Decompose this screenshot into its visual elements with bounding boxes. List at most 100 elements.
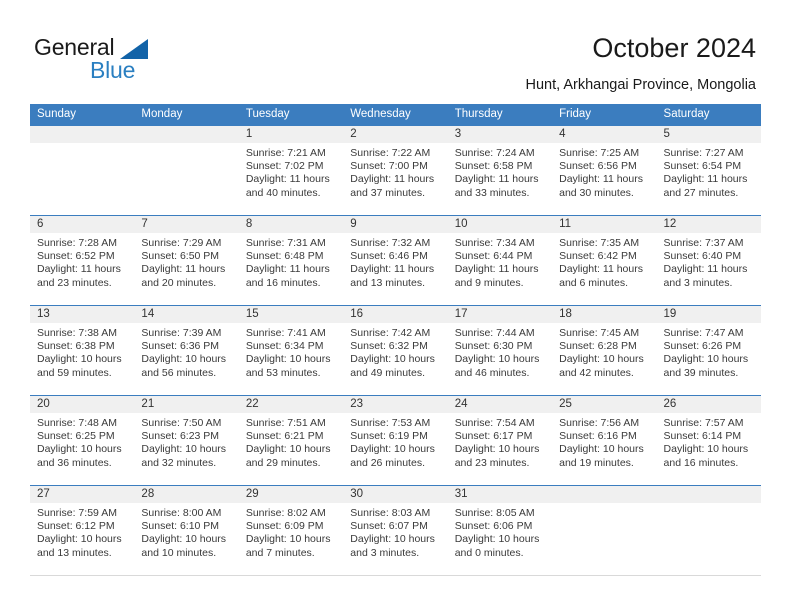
sunset-text: Sunset: 6:12 PM bbox=[37, 520, 115, 533]
calendar-day-cell[interactable]: 6 Sunrise: 7:28 AM Sunset: 6:52 PM Daylight… bbox=[30, 216, 135, 305]
day-details: Sunrise: 8:00 AM Sunset: 6:10 PM Daylight:… bbox=[134, 503, 238, 560]
calendar-day-cell[interactable]: 29 Sunrise: 8:02 AM Sunset: 6:09 PM Dayligh… bbox=[238, 486, 344, 575]
daylight-text: Daylight: 10 hours and 19 minutes. bbox=[559, 443, 644, 469]
daylight-text: Daylight: 10 hours and 59 minutes. bbox=[37, 353, 122, 379]
calendar-day-cell[interactable]: 5 Sunrise: 7:27 AM Sunset: 6:54 PM Daylight… bbox=[656, 126, 761, 215]
sunrise-text: Sunrise: 7:37 AM bbox=[663, 237, 744, 249]
day-number: 14 bbox=[134, 306, 239, 323]
calendar-day-cell[interactable]: 20 Sunrise: 7:48 AM Sunset: 6:25 PM Dayligh… bbox=[30, 396, 135, 485]
day-number: 8 bbox=[238, 216, 344, 233]
sunset-text: Sunset: 6:14 PM bbox=[663, 430, 742, 443]
day-number: 30 bbox=[343, 486, 448, 503]
day-number bbox=[134, 126, 239, 143]
day-details: Sunrise: 7:48 AM Sunset: 6:25 PM Daylight:… bbox=[30, 413, 134, 470]
sunset-text: Sunset: 6:46 PM bbox=[350, 250, 428, 263]
sunset-text: Sunset: 6:25 PM bbox=[37, 430, 115, 443]
calendar-day-cell[interactable]: 24 Sunrise: 7:54 AM Sunset: 6:17 PM Dayligh… bbox=[447, 396, 553, 485]
day-number: 17 bbox=[447, 306, 553, 323]
weekday-header-tuesday: Tuesday bbox=[245, 108, 290, 120]
sunset-text: Sunset: 6:42 PM bbox=[559, 250, 637, 263]
calendar-day-cell[interactable]: 13 Sunrise: 7:38 AM Sunset: 6:38 PM Dayligh… bbox=[30, 306, 135, 395]
daylight-text: Daylight: 11 hours and 40 minutes. bbox=[245, 173, 330, 199]
day-details: Sunrise: 8:02 AM Sunset: 6:09 PM Daylight:… bbox=[239, 503, 343, 560]
daylight-text: Daylight: 11 hours and 13 minutes. bbox=[350, 263, 435, 289]
daylight-text: Daylight: 11 hours and 27 minutes. bbox=[663, 173, 748, 199]
day-number: 26 bbox=[656, 396, 761, 413]
calendar-day-cell[interactable]: 25 Sunrise: 7:56 AM Sunset: 6:16 PM Dayligh… bbox=[552, 396, 657, 485]
calendar-day-cell[interactable]: 14 Sunrise: 7:39 AM Sunset: 6:36 PM Dayligh… bbox=[134, 306, 239, 395]
weekday-header-saturday: Saturday bbox=[663, 108, 710, 120]
calendar-day-cell[interactable]: 15 Sunrise: 7:41 AM Sunset: 6:34 PM Dayligh… bbox=[238, 306, 344, 395]
calendar-day-cell[interactable]: 17 Sunrise: 7:44 AM Sunset: 6:30 PM Dayligh… bbox=[447, 306, 553, 395]
daylight-text: Daylight: 10 hours and 53 minutes. bbox=[245, 353, 331, 379]
sunset-text: Sunset: 6:50 PM bbox=[141, 250, 220, 263]
calendar-week-row: 6 Sunrise: 7:28 AM Sunset: 6:52 PM Daylight… bbox=[30, 215, 761, 305]
calendar-day-cell[interactable]: 2 Sunrise: 7:22 AM Sunset: 7:00 PM Daylight… bbox=[343, 126, 448, 215]
calendar-day-cell[interactable]: 19 Sunrise: 7:47 AM Sunset: 6:26 PM Dayligh… bbox=[656, 306, 761, 395]
sunset-text: Sunset: 6:34 PM bbox=[245, 340, 324, 353]
calendar-day-cell[interactable]: 8 Sunrise: 7:31 AM Sunset: 6:48 PM Daylight… bbox=[238, 216, 344, 305]
calendar-day-cell[interactable]: 11 Sunrise: 7:35 AM Sunset: 6:42 PM Dayligh… bbox=[552, 216, 657, 305]
sunrise-text: Sunrise: 7:39 AM bbox=[141, 327, 222, 339]
brand-logo[interactable]: General Blue bbox=[34, 34, 204, 84]
daylight-text: Daylight: 10 hours and 56 minutes. bbox=[141, 353, 227, 379]
day-details: Sunrise: 7:53 AM Sunset: 6:19 PM Daylight:… bbox=[343, 413, 447, 470]
daylight-text: Daylight: 10 hours and 7 minutes. bbox=[245, 533, 331, 559]
day-number: 23 bbox=[343, 396, 448, 413]
calendar-day-cell[interactable]: 26 Sunrise: 7:57 AM Sunset: 6:14 PM Dayligh… bbox=[656, 396, 761, 485]
calendar-day-cell[interactable]: 7 Sunrise: 7:29 AM Sunset: 6:50 PM Daylight… bbox=[134, 216, 239, 305]
day-number: 18 bbox=[552, 306, 657, 323]
sunset-text: Sunset: 6:16 PM bbox=[559, 430, 637, 443]
calendar-day-cell[interactable]: 10 Sunrise: 7:34 AM Sunset: 6:44 PM Dayligh… bbox=[447, 216, 553, 305]
day-number: 13 bbox=[30, 306, 135, 323]
calendar-day-cell[interactable]: 3 Sunrise: 7:24 AM Sunset: 6:58 PM Daylight… bbox=[447, 126, 553, 215]
weekday-header-wednesday: Wednesday bbox=[350, 108, 411, 120]
sunrise-text: Sunrise: 8:05 AM bbox=[454, 507, 535, 519]
sunset-text: Sunset: 7:02 PM bbox=[245, 160, 324, 173]
calendar-day-cell[interactable]: 21 Sunrise: 7:50 AM Sunset: 6:23 PM Dayligh… bbox=[134, 396, 239, 485]
calendar-week-row: 13 Sunrise: 7:38 AM Sunset: 6:38 PM Dayligh… bbox=[30, 305, 761, 395]
day-details: Sunrise: 7:21 AM Sunset: 7:02 PM Daylight:… bbox=[239, 143, 343, 200]
daylight-text: Daylight: 10 hours and 23 minutes. bbox=[454, 443, 540, 469]
sunrise-text: Sunrise: 7:54 AM bbox=[454, 417, 535, 429]
triangle-icon bbox=[120, 39, 148, 59]
day-number: 7 bbox=[134, 216, 239, 233]
calendar-day-cell[interactable]: 22 Sunrise: 7:51 AM Sunset: 6:21 PM Dayligh… bbox=[238, 396, 344, 485]
day-number bbox=[30, 126, 135, 143]
sunrise-text: Sunrise: 7:42 AM bbox=[350, 327, 431, 339]
day-details: Sunrise: 7:44 AM Sunset: 6:30 PM Daylight:… bbox=[448, 323, 552, 380]
sunrise-text: Sunrise: 7:25 AM bbox=[559, 147, 640, 159]
calendar-day-cell[interactable]: 28 Sunrise: 8:00 AM Sunset: 6:10 PM Dayligh… bbox=[134, 486, 239, 575]
sunrise-text: Sunrise: 7:45 AM bbox=[559, 327, 640, 339]
day-details: Sunrise: 7:24 AM Sunset: 6:58 PM Daylight:… bbox=[448, 143, 552, 200]
sunrise-text: Sunrise: 7:51 AM bbox=[245, 417, 326, 429]
sunset-text: Sunset: 6:06 PM bbox=[454, 520, 533, 533]
day-number: 27 bbox=[30, 486, 135, 503]
calendar-week-row: 27 Sunrise: 7:59 AM Sunset: 6:12 PM Dayligh… bbox=[30, 485, 761, 576]
calendar-day-cell[interactable]: 31 Sunrise: 8:05 AM Sunset: 6:06 PM Dayligh… bbox=[447, 486, 553, 575]
calendar-day-cell[interactable]: 30 Sunrise: 8:03 AM Sunset: 6:07 PM Dayligh… bbox=[343, 486, 448, 575]
calendar-day-cell[interactable]: 9 Sunrise: 7:32 AM Sunset: 6:46 PM Daylight… bbox=[343, 216, 448, 305]
calendar-day-cell[interactable]: 16 Sunrise: 7:42 AM Sunset: 6:32 PM Dayligh… bbox=[343, 306, 448, 395]
calendar-day-cell[interactable]: 1 Sunrise: 7:21 AM Sunset: 7:02 PM Daylight… bbox=[238, 126, 344, 215]
sunrise-text: Sunrise: 7:35 AM bbox=[559, 237, 640, 249]
sunset-text: Sunset: 6:21 PM bbox=[245, 430, 324, 443]
sunset-text: Sunset: 6:17 PM bbox=[454, 430, 533, 443]
calendar-day-cell[interactable]: 12 Sunrise: 7:37 AM Sunset: 6:40 PM Dayligh… bbox=[656, 216, 761, 305]
calendar-week-row: 1 Sunrise: 7:21 AM Sunset: 7:02 PM Daylight… bbox=[30, 125, 761, 215]
day-details: Sunrise: 7:38 AM Sunset: 6:38 PM Daylight:… bbox=[30, 323, 134, 380]
day-details: Sunrise: 7:50 AM Sunset: 6:23 PM Daylight:… bbox=[134, 413, 238, 470]
day-number: 29 bbox=[238, 486, 344, 503]
calendar-day-cell[interactable]: 4 Sunrise: 7:25 AM Sunset: 6:56 PM Daylight… bbox=[552, 126, 657, 215]
day-details: Sunrise: 8:03 AM Sunset: 6:07 PM Daylight:… bbox=[343, 503, 447, 560]
calendar-day-cell[interactable]: 23 Sunrise: 7:53 AM Sunset: 6:19 PM Dayligh… bbox=[343, 396, 448, 485]
sunset-text: Sunset: 6:09 PM bbox=[245, 520, 324, 533]
sunrise-text: Sunrise: 7:21 AM bbox=[245, 147, 326, 159]
sunset-text: Sunset: 6:19 PM bbox=[350, 430, 428, 443]
weekday-header-friday: Friday bbox=[559, 108, 592, 120]
daylight-text: Daylight: 10 hours and 16 minutes. bbox=[663, 443, 749, 469]
daylight-text: Daylight: 10 hours and 46 minutes. bbox=[454, 353, 540, 379]
calendar-day-cell[interactable]: 18 Sunrise: 7:45 AM Sunset: 6:28 PM Dayligh… bbox=[552, 306, 657, 395]
day-details: Sunrise: 7:42 AM Sunset: 6:32 PM Daylight:… bbox=[343, 323, 447, 380]
calendar-day-cell[interactable]: 27 Sunrise: 7:59 AM Sunset: 6:12 PM Dayligh… bbox=[30, 486, 135, 575]
